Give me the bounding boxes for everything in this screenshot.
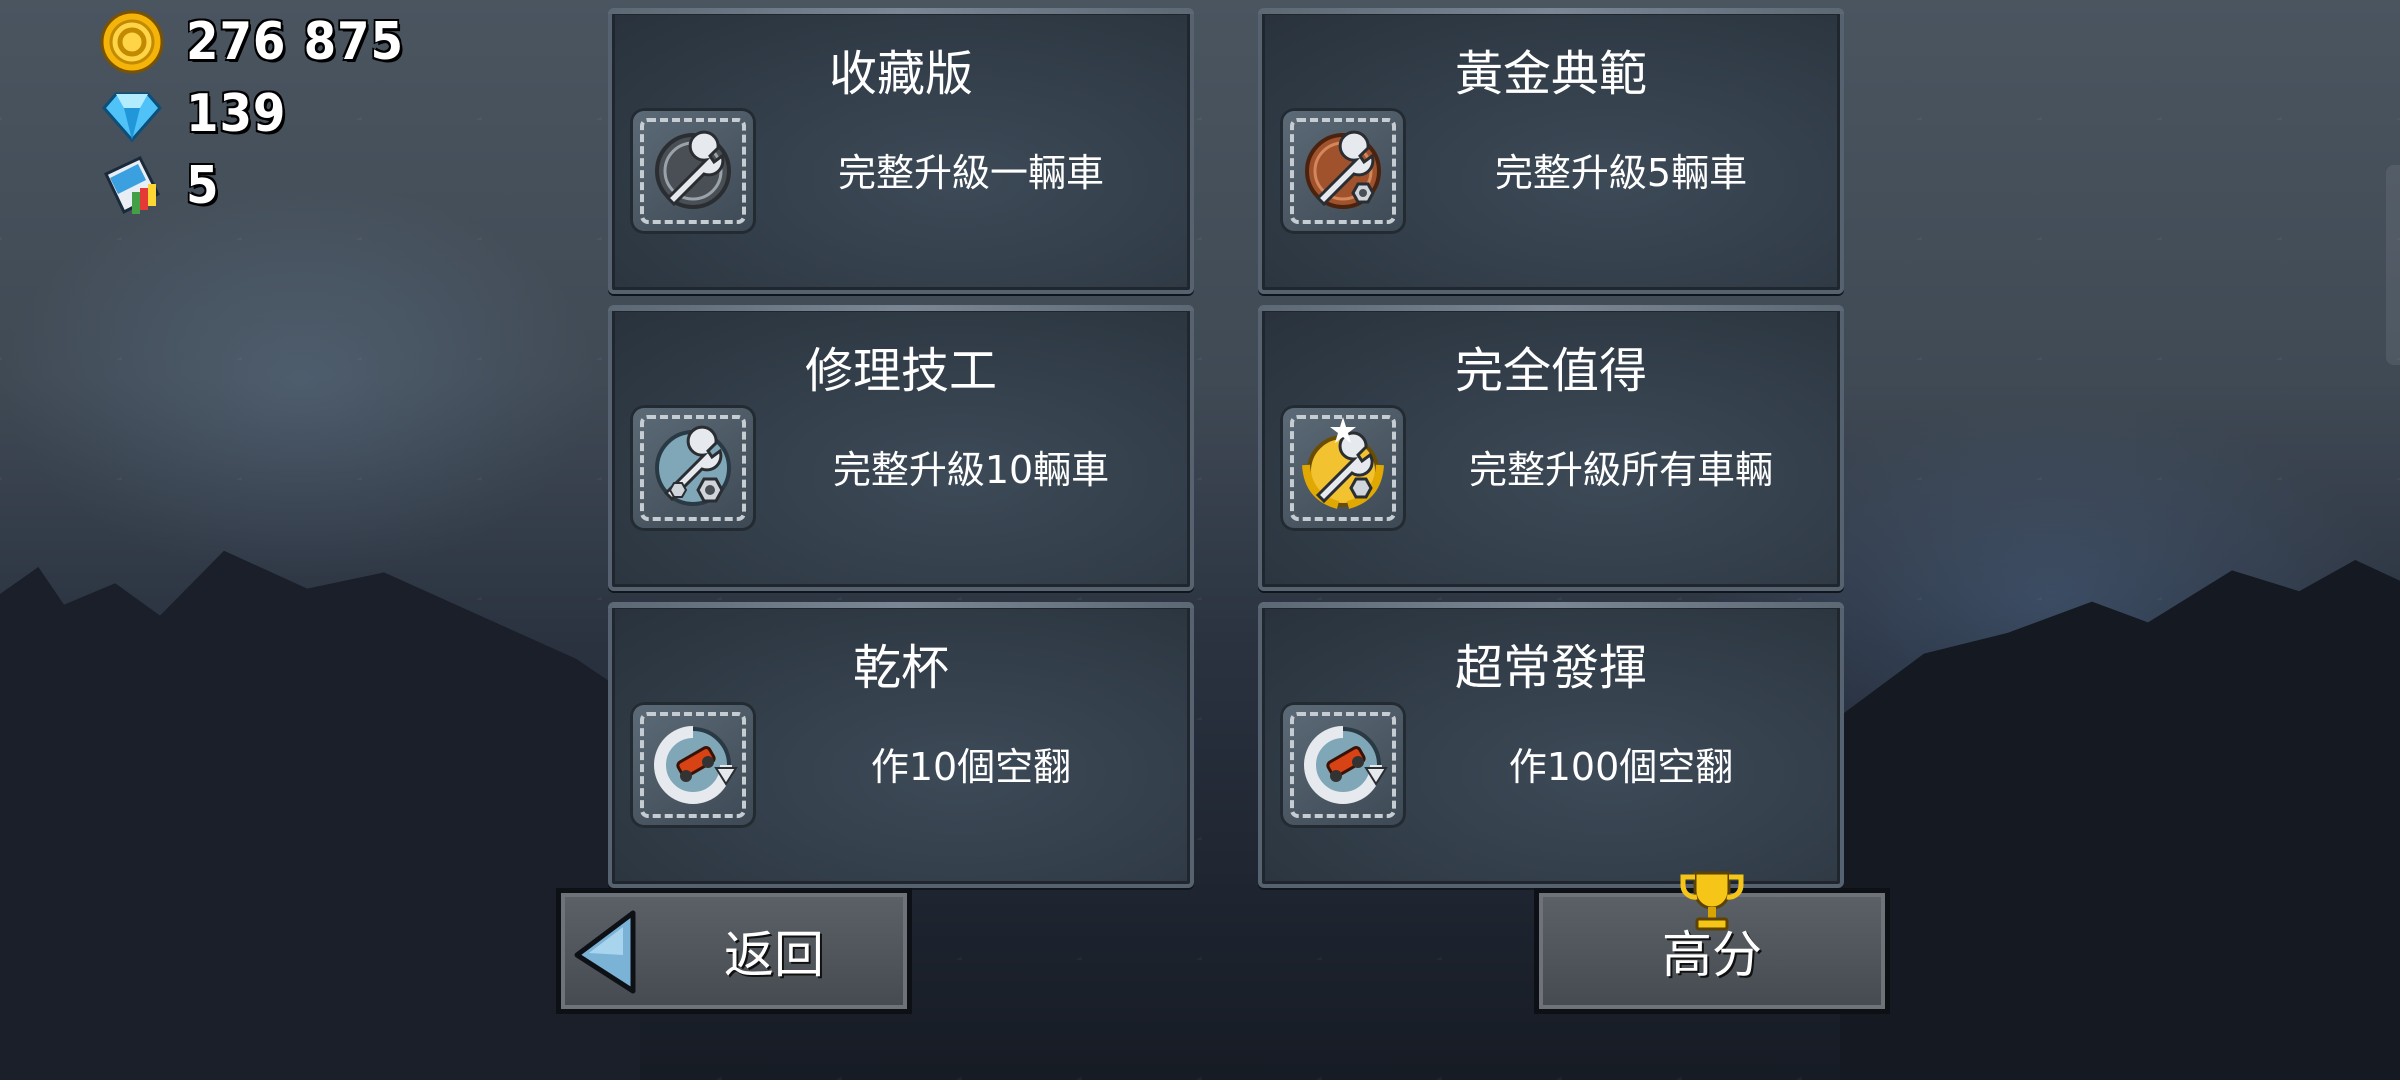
gems-row: 139 <box>100 78 428 150</box>
achievement-description: 完整升級10輛車 <box>832 448 1110 492</box>
background-glow-left <box>0 180 600 580</box>
achievement-title: 完全值得 <box>1454 343 1647 399</box>
highscore-button[interactable]: 高分 <box>1534 871 1890 1014</box>
achievement-card-gold-model[interactable]: 黃金典範 完整升級5輛車 <box>1258 8 1844 294</box>
achievement-title: 收藏版 <box>828 46 973 102</box>
achievement-description: 作10個空翻 <box>870 745 1072 789</box>
achievement-card-overachiever[interactable]: 超常發揮 作100個空翻 <box>1258 602 1844 888</box>
paint-ticket-icon <box>100 154 164 218</box>
achievement-description: 完整升級一輛車 <box>837 151 1104 195</box>
wrench-gold-laurel-icon <box>1280 405 1406 531</box>
achievement-title: 修理技工 <box>804 343 997 399</box>
tickets-row: 5 <box>100 150 428 222</box>
flip-car-icon <box>630 702 756 828</box>
wrench-silver-badge-icon <box>630 108 756 234</box>
back-button-label: 返回 <box>724 926 824 984</box>
back-button[interactable]: 返回 <box>556 888 912 1014</box>
back-arrow-icon <box>571 907 641 1009</box>
wrench-nut-icon <box>630 405 756 531</box>
achievement-card-worth-it[interactable]: 完全值得 完整升級所有車輛 <box>1258 305 1844 591</box>
achievement-card-mechanic[interactable]: 修理技工 完整升級10輛車 <box>608 305 1194 591</box>
gem-count: 139 <box>186 84 287 144</box>
achievement-card-cheers[interactable]: 乾杯 作10個空翻 <box>608 602 1194 888</box>
coin-count: 276 875 <box>186 12 404 72</box>
flip-car-icon <box>1280 702 1406 828</box>
ticket-count: 5 <box>186 156 220 216</box>
achievement-card-collector[interactable]: 收藏版 完整升級一輛車 <box>608 8 1194 294</box>
achievement-title: 黃金典範 <box>1454 46 1647 102</box>
achievement-description: 完整升級所有車輛 <box>1468 448 1773 492</box>
achievement-title: 超常發揮 <box>1454 640 1647 696</box>
wrench-bronze-badge-icon <box>1280 108 1406 234</box>
trophy-icon <box>1677 869 1747 947</box>
achievement-title: 乾杯 <box>852 640 949 696</box>
coins-row: 276 875 <box>100 6 428 78</box>
scroll-indicator[interactable] <box>2386 165 2400 365</box>
achievement-description: 作100個空翻 <box>1508 745 1734 789</box>
gem-icon <box>100 82 164 146</box>
coin-icon <box>100 10 164 74</box>
currency-hud: 276 875 139 5 <box>100 6 428 222</box>
achievement-description: 完整升級5輛車 <box>1494 151 1748 195</box>
